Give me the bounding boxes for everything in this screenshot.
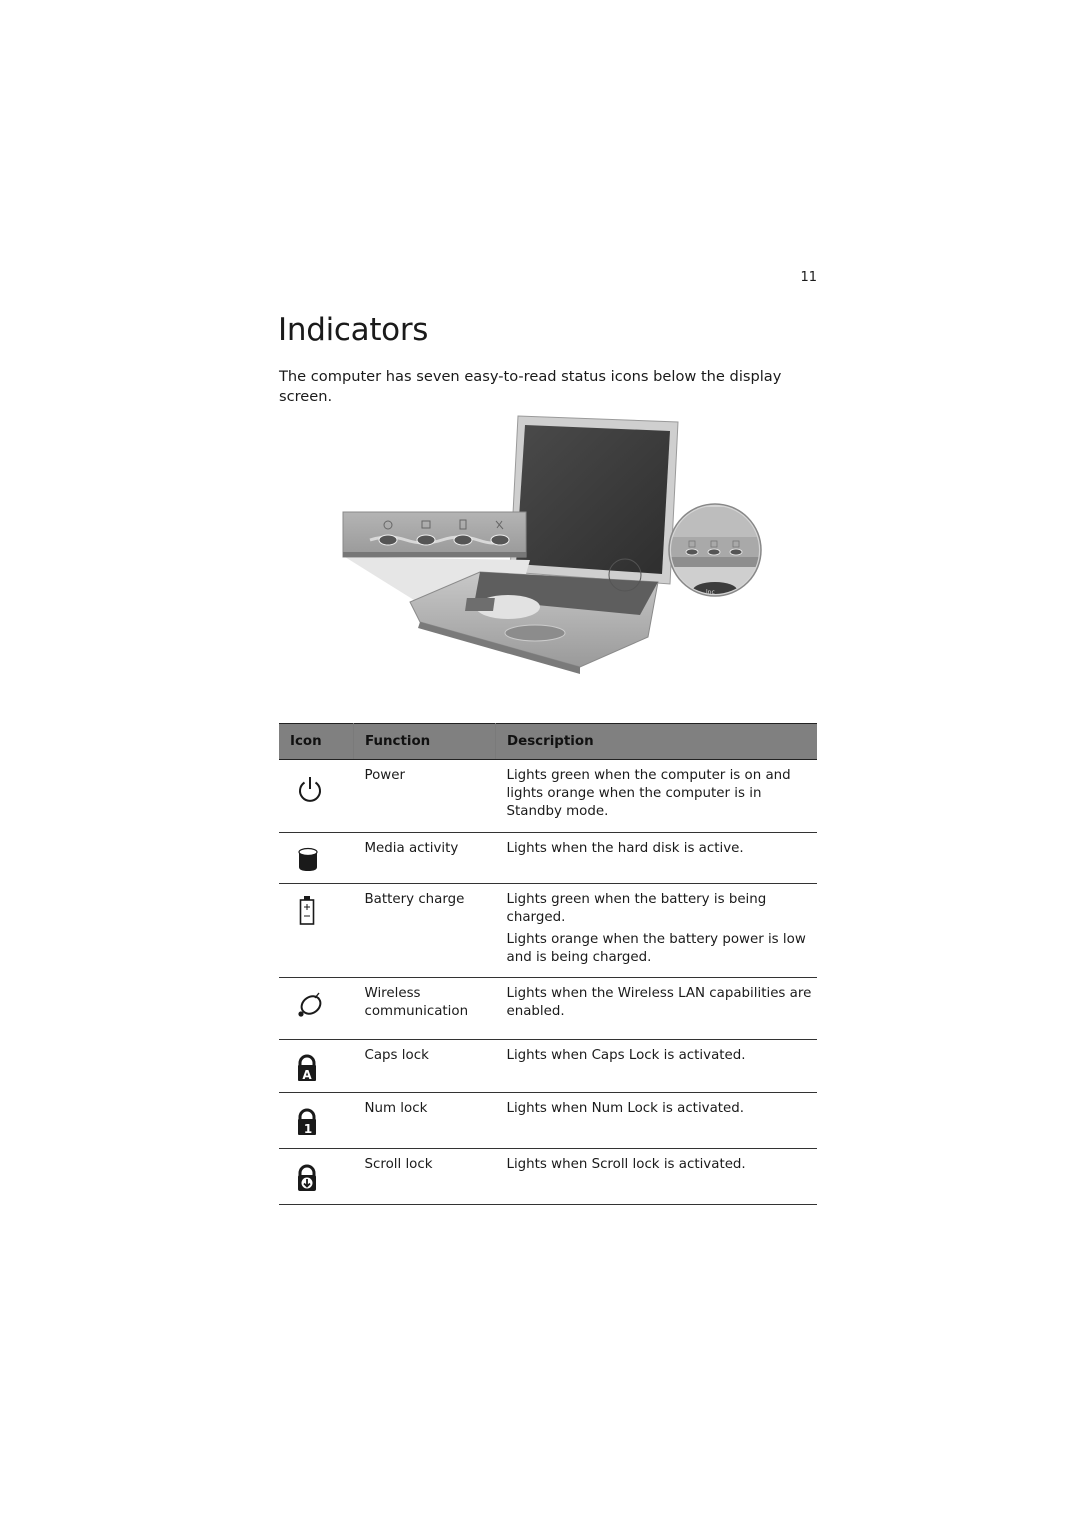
indicator-panel-inset bbox=[342, 511, 527, 558]
table-row-power: Power Lights green when the computer is … bbox=[279, 759, 817, 833]
description-cell: Lights when Caps Lock is activated. bbox=[495, 1039, 817, 1093]
description-text: Lights when the hard disk is active. bbox=[506, 841, 744, 856]
header-icon: Icon bbox=[279, 723, 354, 760]
description-text: Lights green when the battery is being c… bbox=[506, 892, 767, 925]
description-text: Lights when Scroll lock is activated. bbox=[506, 1157, 746, 1172]
table-header-row: Icon Function Description bbox=[279, 723, 817, 760]
header-function: Function bbox=[353, 723, 496, 760]
indicator-table: Icon Function Description Power Lights g… bbox=[279, 723, 817, 1205]
function-cell: Scroll lock bbox=[353, 1148, 496, 1205]
description-cell: Lights when Scroll lock is activated. bbox=[495, 1148, 817, 1205]
description-cell: Lights green when the battery is being c… bbox=[495, 883, 817, 978]
table-row-num-lock: 1 Num lock Lights when Num Lock is activ… bbox=[279, 1092, 817, 1149]
svg-text:A: A bbox=[302, 1068, 312, 1082]
num-lock-icon: 1 bbox=[298, 1108, 316, 1136]
description-cell: Lights green when the computer is on and… bbox=[495, 759, 817, 833]
table-row-wireless: Wireless communication Lights when the W… bbox=[279, 977, 817, 1040]
description-cell: Lights when the Wireless LAN capabilitie… bbox=[495, 977, 817, 1040]
description-cell: Lights when the hard disk is active. bbox=[495, 832, 817, 884]
function-cell: Battery charge bbox=[353, 883, 496, 978]
description-text: Lights orange when the battery power is … bbox=[506, 932, 806, 965]
laptop-indicator-illustration: lnc bbox=[340, 412, 770, 674]
description-text: Lights when Caps Lock is activated. bbox=[506, 1048, 746, 1063]
function-cell: Media activity bbox=[353, 832, 496, 884]
function-cell: Wireless communication bbox=[353, 977, 496, 1040]
laptop-lid bbox=[509, 415, 679, 585]
battery-charge-icon bbox=[299, 896, 315, 925]
laptop-base bbox=[409, 571, 659, 674]
function-cell: Num lock bbox=[353, 1092, 496, 1149]
description-cell: Lights when Num Lock is activated. bbox=[495, 1092, 817, 1149]
description-text: Lights green when the computer is on and… bbox=[506, 768, 791, 819]
page-number: 11 bbox=[800, 270, 817, 285]
page-title: Indicators bbox=[278, 312, 429, 348]
description-text: Lights when Num Lock is activated. bbox=[506, 1101, 745, 1116]
power-icon bbox=[299, 777, 321, 802]
caps-lock-icon: A bbox=[298, 1054, 316, 1082]
function-cell: Caps lock bbox=[353, 1039, 496, 1093]
svg-text:1: 1 bbox=[304, 1122, 312, 1136]
table-row-media-activity: Media activity Lights when the hard disk… bbox=[279, 832, 817, 884]
table-row-battery-charge: Battery charge Lights green when the bat… bbox=[279, 883, 817, 978]
wireless-icon bbox=[298, 992, 322, 1017]
function-cell: Power bbox=[353, 759, 496, 833]
table-row-scroll-lock: Scroll lock Lights when Scroll lock is a… bbox=[279, 1148, 817, 1205]
intro-paragraph: The computer has seven easy-to-read stat… bbox=[279, 368, 782, 405]
scroll-lock-icon bbox=[298, 1164, 316, 1191]
header-description: Description bbox=[495, 723, 817, 760]
description-text: Lights when the Wireless LAN capabilitie… bbox=[506, 986, 812, 1019]
media-activity-icon bbox=[298, 847, 318, 871]
table-row-caps-lock: A Caps lock Lights when Caps Lock is act… bbox=[279, 1039, 817, 1093]
